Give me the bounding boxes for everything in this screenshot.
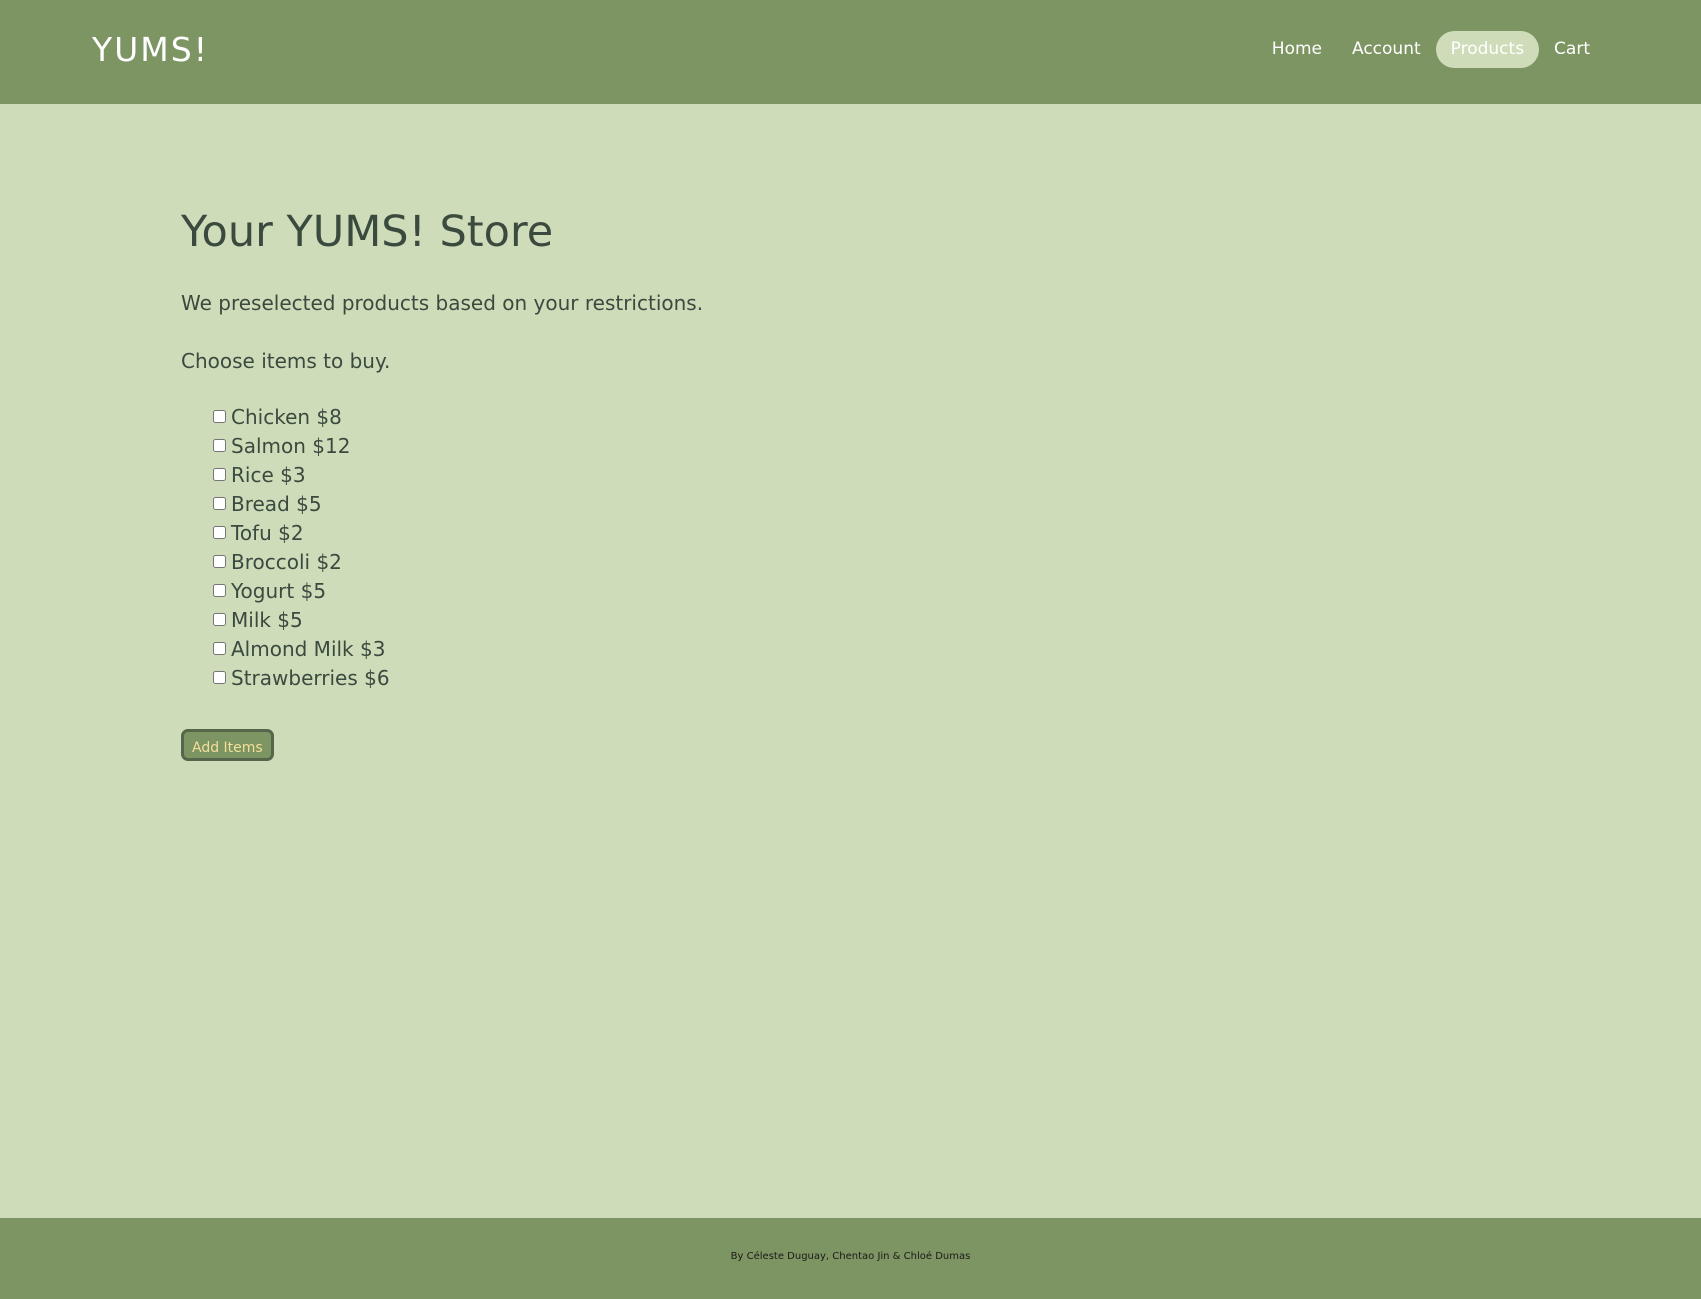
nav-account[interactable]: Account (1337, 31, 1436, 68)
product-label[interactable]: Almond Milk $3 (231, 637, 385, 661)
page-title: Your YUMS! Store (181, 207, 554, 257)
product-checkbox-bread[interactable] (213, 497, 226, 510)
main-nav: Home Account Products Cart (1257, 31, 1605, 68)
product-item: Chicken $8 (213, 402, 1081, 431)
footer-credits: By Céleste Duguay, Chentao Jin & Chloé D… (730, 1251, 971, 1262)
site-logo[interactable]: YUMS! (92, 30, 209, 70)
product-list: Chicken $8 Salmon $12 Rice $3 Bread $5 T… (213, 402, 1081, 692)
add-items-button[interactable]: Add Items (181, 729, 274, 761)
product-checkbox-yogurt[interactable] (213, 584, 226, 597)
nav-home[interactable]: Home (1257, 31, 1337, 68)
product-label[interactable]: Rice $3 (231, 463, 306, 487)
intro-text: We preselected products based on your re… (181, 291, 704, 315)
product-checkbox-broccoli[interactable] (213, 555, 226, 568)
product-item: Almond Milk $3 (213, 634, 1081, 663)
product-item: Broccoli $2 (213, 547, 1081, 576)
product-label[interactable]: Yogurt $5 (231, 579, 326, 603)
product-label[interactable]: Bread $5 (231, 492, 322, 516)
product-label[interactable]: Chicken $8 (231, 405, 342, 429)
nav-cart[interactable]: Cart (1539, 31, 1605, 68)
product-label[interactable]: Milk $5 (231, 608, 303, 632)
product-item: Bread $5 (213, 489, 1081, 518)
product-checkbox-chicken[interactable] (213, 410, 226, 423)
product-item: Strawberries $6 (213, 663, 1081, 692)
product-checkbox-salmon[interactable] (213, 439, 226, 452)
main-content: Your YUMS! Store We preselected products… (181, 180, 1081, 761)
product-item: Tofu $2 (213, 518, 1081, 547)
nav-products[interactable]: Products (1435, 31, 1540, 68)
product-label[interactable]: Salmon $12 (231, 434, 350, 458)
product-label[interactable]: Strawberries $6 (231, 666, 390, 690)
choose-text: Choose items to buy. (181, 349, 391, 373)
product-item: Yogurt $5 (213, 576, 1081, 605)
product-item: Milk $5 (213, 605, 1081, 634)
product-label[interactable]: Tofu $2 (231, 521, 304, 545)
product-checkbox-rice[interactable] (213, 468, 226, 481)
site-header: YUMS! Home Account Products Cart (0, 0, 1701, 104)
product-checkbox-strawberries[interactable] (213, 671, 226, 684)
product-checkbox-almond-milk[interactable] (213, 642, 226, 655)
product-item: Rice $3 (213, 460, 1081, 489)
product-checkbox-tofu[interactable] (213, 526, 226, 539)
site-footer: By Céleste Duguay, Chentao Jin & Chloé D… (0, 1218, 1701, 1299)
product-checkbox-milk[interactable] (213, 613, 226, 626)
product-item: Salmon $12 (213, 431, 1081, 460)
product-label[interactable]: Broccoli $2 (231, 550, 342, 574)
